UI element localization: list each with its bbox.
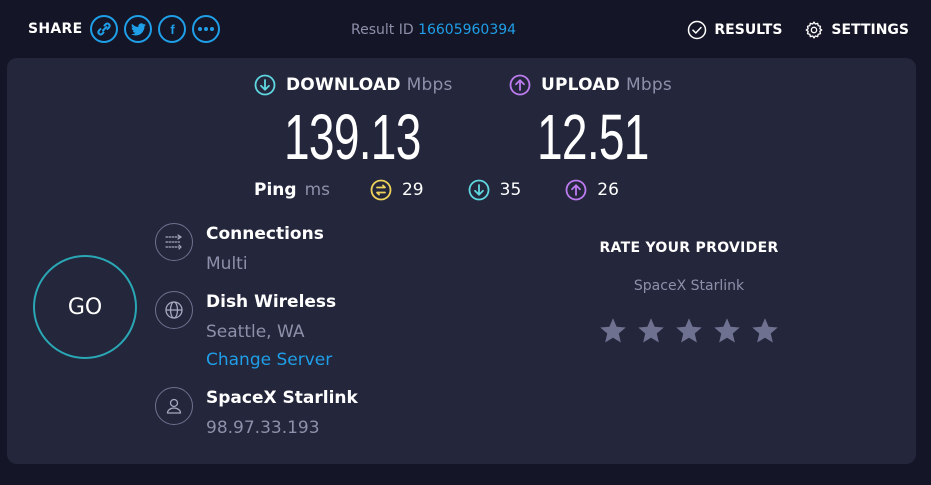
twitter-icon[interactable] xyxy=(124,15,153,43)
ping-upload: 26 xyxy=(565,179,619,201)
settings-label: SETTINGS xyxy=(831,22,909,38)
upload-unit: Mbps xyxy=(625,75,672,95)
ping-row: Ping ms 29 35 26 xyxy=(254,179,663,201)
result-id: Result ID 16605960394 xyxy=(351,22,516,38)
star-3-icon[interactable] xyxy=(674,316,704,346)
connections-text: Connections Multi xyxy=(206,223,324,274)
connections-value: Multi xyxy=(206,254,248,274)
star-rating xyxy=(567,316,811,346)
connections-title: Connections xyxy=(206,224,324,244)
download-value: 139.13 xyxy=(284,101,421,173)
ping-upload-value: 26 xyxy=(597,180,619,200)
share-label: SHARE xyxy=(28,21,83,37)
rate-provider-name: SpaceX Starlink xyxy=(633,278,745,294)
settings-link[interactable]: SETTINGS xyxy=(804,20,909,40)
download-unit: Mbps xyxy=(406,75,453,95)
rate-provider-panel: RATE YOUR PROVIDER SpaceX Starlink xyxy=(567,240,811,346)
idle-latency-icon xyxy=(370,179,392,201)
connections-info: Connections Multi xyxy=(155,223,324,274)
download-header: DOWNLOAD Mbps xyxy=(254,74,474,96)
globe-icon xyxy=(155,291,193,329)
result-card: DOWNLOAD Mbps 139.13 UPLOAD Mbps 12.51 P… xyxy=(7,58,916,464)
upload-header: UPLOAD Mbps xyxy=(509,74,692,96)
result-id-link[interactable]: 16605960394 xyxy=(418,22,516,38)
go-button[interactable]: GO xyxy=(33,255,137,359)
upload-label: UPLOAD xyxy=(541,75,620,95)
ping-label: Ping xyxy=(254,180,297,200)
upload-latency-icon xyxy=(565,179,587,201)
upload-metric: UPLOAD Mbps 12.51 xyxy=(509,74,692,172)
download-label: DOWNLOAD xyxy=(286,75,401,95)
change-server-link[interactable]: Change Server xyxy=(206,350,336,370)
isp-info: SpaceX Starlink 98.97.33.193 xyxy=(155,387,358,438)
facebook-icon[interactable]: f xyxy=(158,15,187,43)
check-circle-icon xyxy=(688,20,707,40)
ping-idle: 29 xyxy=(370,179,424,201)
ping-unit: ms xyxy=(304,180,330,200)
link-icon[interactable] xyxy=(90,15,119,43)
upload-value: 12.51 xyxy=(537,101,649,173)
server-name: Dish Wireless xyxy=(206,292,337,312)
rate-title: RATE YOUR PROVIDER xyxy=(599,240,779,256)
star-5-icon[interactable] xyxy=(750,316,780,346)
ping-download: 35 xyxy=(468,179,522,201)
user-icon xyxy=(155,387,193,425)
server-text: Dish Wireless Seattle, WA Change Server xyxy=(206,291,336,370)
ip-address: 98.97.33.193 xyxy=(206,418,320,438)
gear-icon xyxy=(806,21,823,39)
connections-icon xyxy=(155,223,193,261)
star-4-icon[interactable] xyxy=(712,316,742,346)
server-location: Seattle, WA xyxy=(206,322,305,342)
results-label: RESULTS xyxy=(714,22,783,38)
results-link[interactable]: RESULTS xyxy=(687,20,782,40)
download-arrow-icon xyxy=(254,74,276,96)
star-2-icon[interactable] xyxy=(636,316,666,346)
result-id-label: Result ID xyxy=(351,22,414,38)
server-info: Dish Wireless Seattle, WA Change Server xyxy=(155,291,336,370)
top-bar: SHARE f Result ID 16605960394 RESULTS SE… xyxy=(0,0,931,60)
upload-arrow-icon xyxy=(509,74,531,96)
share-group: SHARE f xyxy=(28,15,226,43)
download-latency-icon xyxy=(468,179,490,201)
isp-name: SpaceX Starlink xyxy=(206,388,358,408)
ping-idle-value: 29 xyxy=(401,180,424,200)
ping-download-value: 35 xyxy=(499,180,522,200)
download-metric: DOWNLOAD Mbps 139.13 xyxy=(254,74,474,172)
top-nav: RESULTS SETTINGS xyxy=(665,20,909,40)
star-1-icon[interactable] xyxy=(598,316,628,346)
more-icon[interactable] xyxy=(192,15,221,43)
isp-text: SpaceX Starlink 98.97.33.193 xyxy=(206,387,358,438)
